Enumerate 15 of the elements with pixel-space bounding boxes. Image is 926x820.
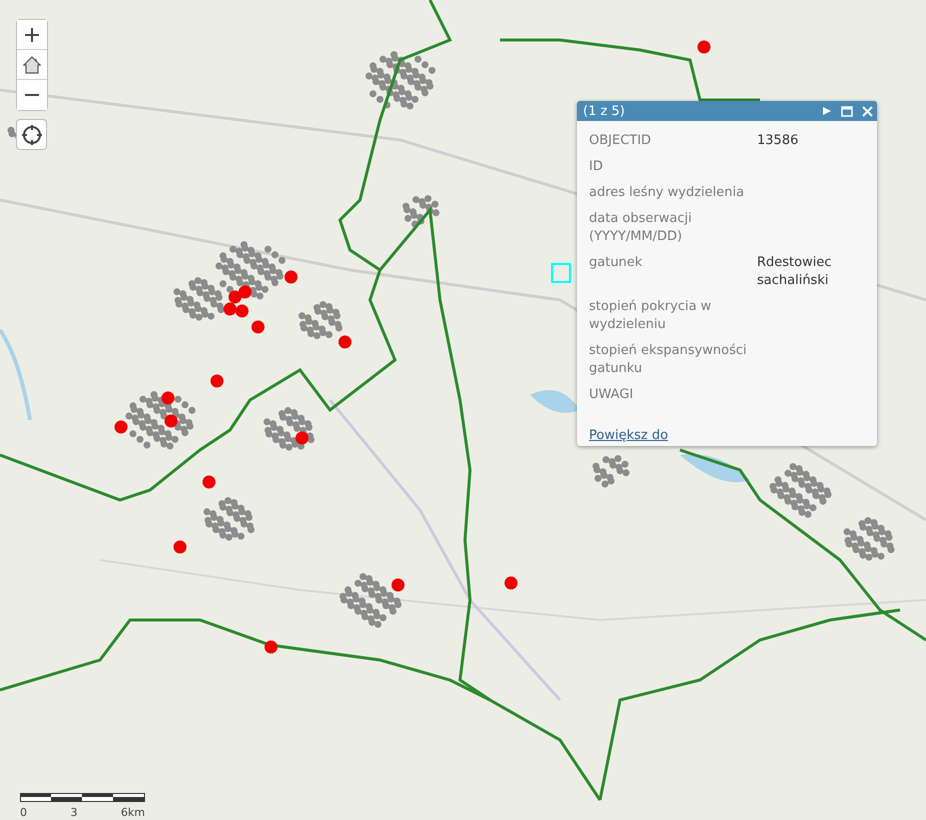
field-label: OBJECTID: [589, 132, 652, 150]
scale-label: 6km: [120, 806, 145, 819]
field-value: 13586: [757, 132, 800, 150]
field-label: gatunek: [589, 254, 644, 272]
field-label: data obserwacji (YYYY/MM/DD): [589, 210, 693, 246]
field-label: UWAGI: [589, 386, 634, 404]
popup-title: (1 z 5): [583, 104, 626, 118]
field-label: ID: [589, 158, 604, 176]
scale-label: 0: [20, 806, 27, 819]
field-value: Rdestowiec sachaliński: [757, 254, 832, 290]
field-label: stopień ekspansywności gatunku: [589, 342, 748, 378]
zoom-to-link[interactable]: Powiększ do: [589, 428, 668, 443]
field-label: adres leśny wydzielenia: [589, 184, 746, 202]
scale-label: 3: [70, 806, 78, 819]
field-label: stopień pokrycia w wydzieleniu: [589, 298, 712, 334]
